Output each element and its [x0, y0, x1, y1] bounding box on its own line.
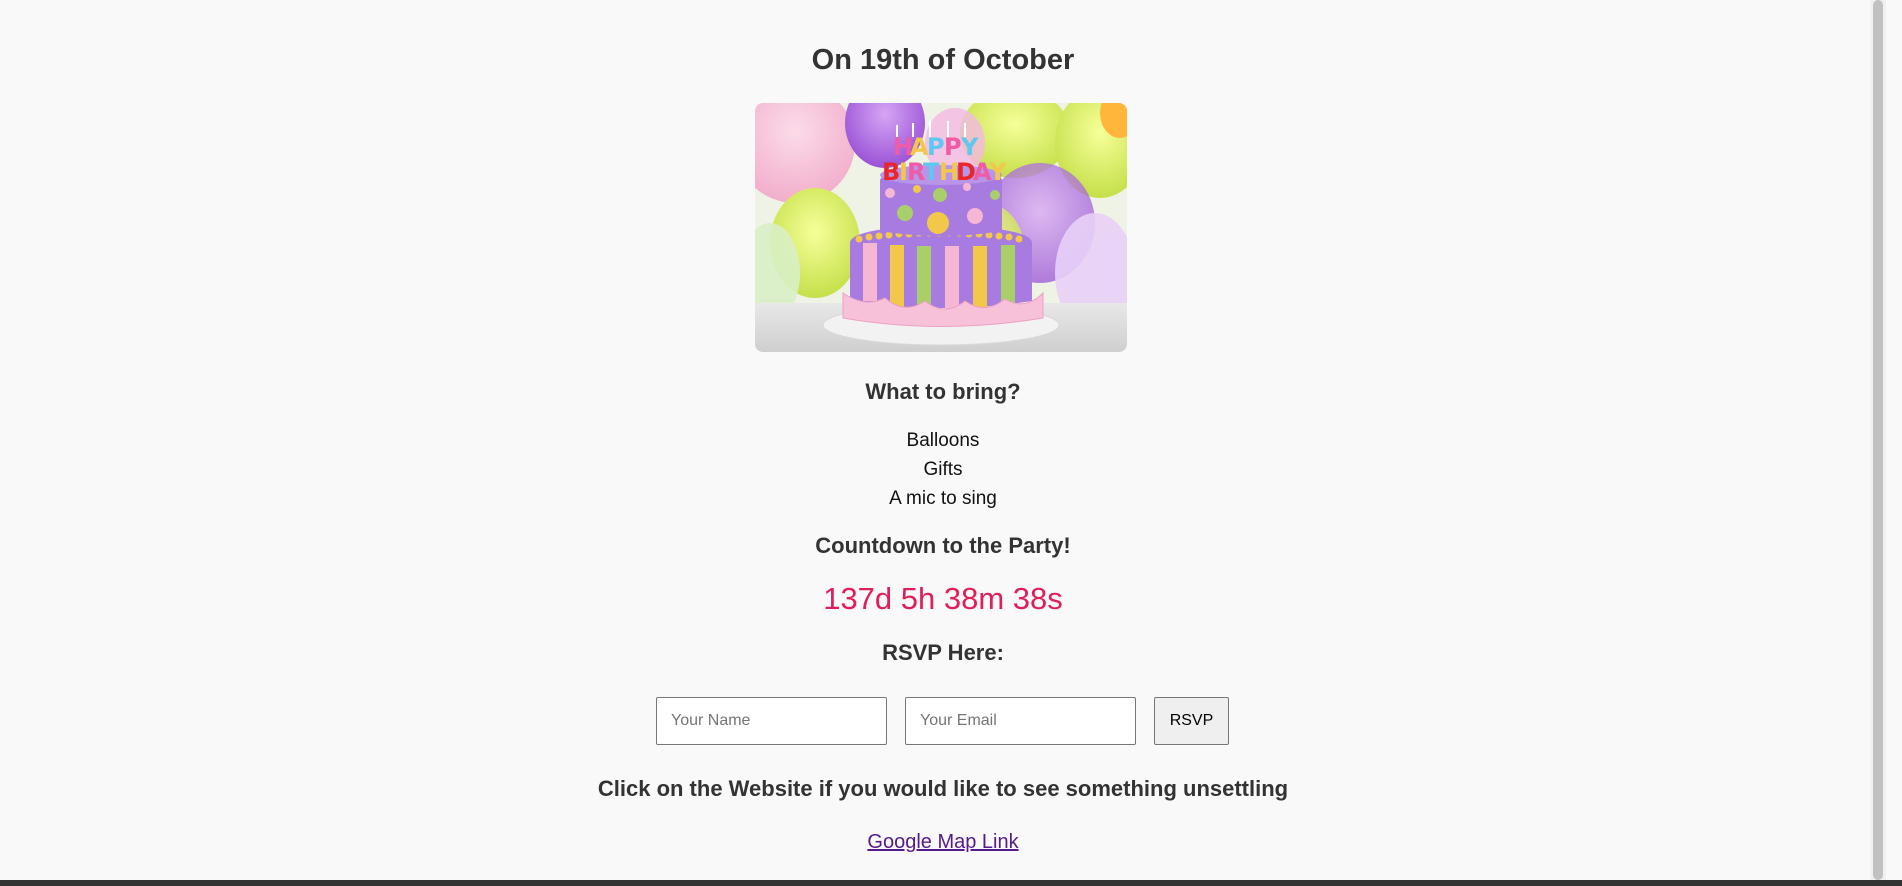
svg-text:P: P	[944, 133, 962, 161]
svg-text:P: P	[927, 133, 945, 161]
footer-bar	[0, 880, 1902, 886]
rsvp-heading: RSVP Here:	[882, 640, 1004, 665]
google-map-link[interactable]: Google Map Link	[867, 831, 1018, 853]
list-item: A mic to sing	[889, 488, 997, 509]
rsvp-button[interactable]: RSVP	[1154, 697, 1229, 745]
svg-text:Y: Y	[988, 158, 1007, 186]
map-link-container: Google Map Link	[0, 829, 1886, 855]
vertical-scrollbar[interactable]	[1870, 0, 1886, 880]
scrollbar-thumb[interactable]	[1873, 0, 1883, 880]
svg-text:B: B	[882, 158, 900, 186]
name-field[interactable]	[656, 697, 887, 745]
page-title: On 19th of October	[811, 44, 1075, 76]
page: On 19th of October H A P P Y B I R T H D…	[0, 0, 1886, 886]
bring-list: Balloons Gifts A mic to sing	[0, 426, 1886, 513]
birthday-cake-image: H A P P Y B I R T H D A Y	[755, 103, 1127, 352]
list-item: Gifts	[923, 459, 963, 480]
svg-text:T: T	[923, 158, 940, 186]
email-field[interactable]	[905, 697, 1136, 745]
rsvp-form: RSVP	[656, 697, 1229, 745]
list-item: Balloons	[906, 430, 980, 451]
countdown-timer: 137d 5h 38m 38s	[823, 581, 1063, 616]
what-to-bring-heading: What to bring?	[865, 379, 1021, 404]
website-heading: Click on the Website if you would like t…	[597, 776, 1289, 801]
svg-text:Y: Y	[960, 133, 979, 161]
countdown-heading: Countdown to the Party!	[815, 533, 1071, 558]
